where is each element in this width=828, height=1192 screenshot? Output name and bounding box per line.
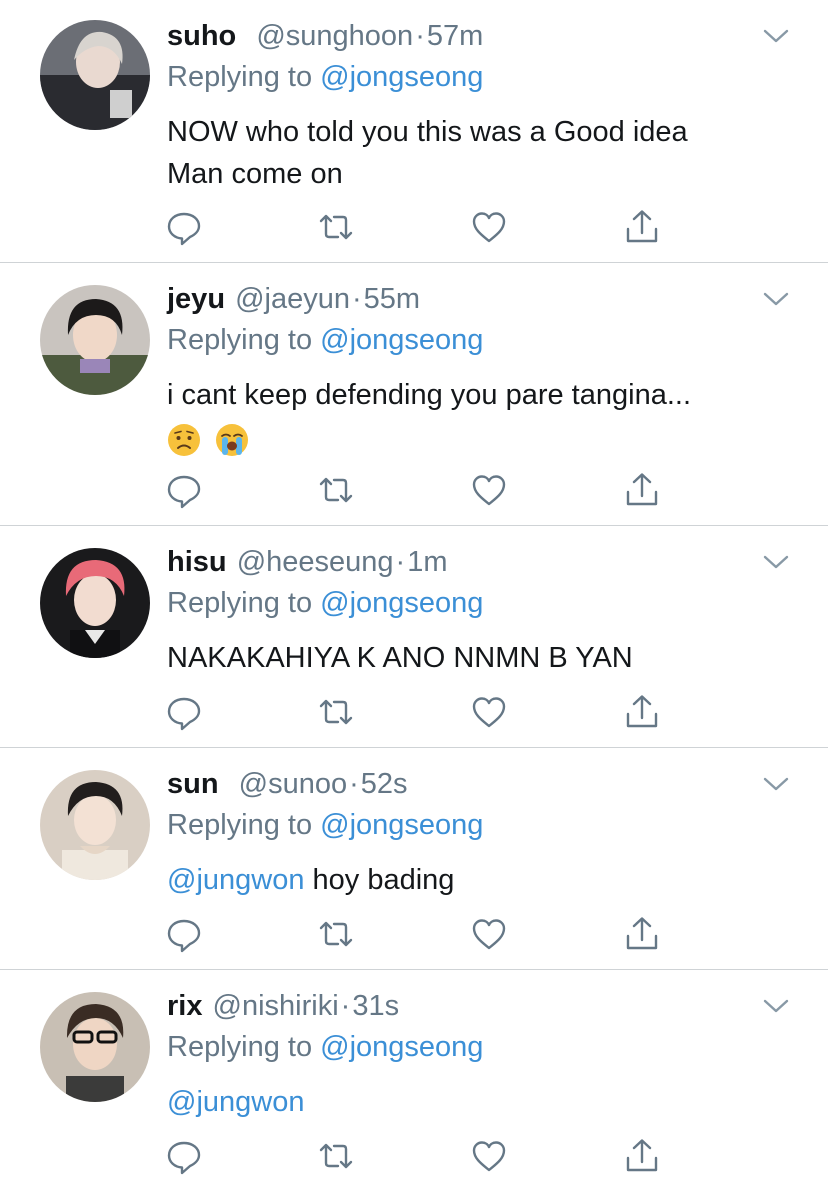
user-handle[interactable]: @nishiriki [213,990,339,1022]
tweet-hisu[interactable]: hisu @heeseung·1m Replying to @jongseong… [0,526,828,748]
display-name[interactable]: sun [167,768,219,800]
chevron-down-icon[interactable] [762,774,790,794]
replying-prefix: Replying to [167,587,313,619]
share-icon[interactable] [622,1136,662,1176]
user-handle[interactable]: @sunoo [239,768,347,800]
tweet-actions [164,1136,664,1176]
body-mention[interactable]: @jungwon [167,864,304,896]
timestamp[interactable]: 31s [352,990,399,1022]
display-name[interactable]: suho [167,20,236,52]
replying-prefix: Replying to [167,324,313,356]
timestamp[interactable]: 52s [361,768,408,800]
tweet-emoji-line [167,416,691,460]
reply-icon[interactable] [164,914,204,954]
tweet-text: NOW who told you this was a Good idea Ma… [167,111,688,195]
retweet-icon[interactable] [316,1136,356,1176]
tweet-suho[interactable]: suho @sunghoon·57m Replying to @jongseon… [0,0,828,263]
separator-dot: · [415,20,425,52]
tweet-text: @jungwon hoy bading [167,859,454,901]
tweet-sun[interactable]: sun @sunoo·52s Replying to @jongseong @j… [0,748,828,970]
replying-to-mention[interactable]: @jongseong [320,61,483,93]
heart-icon[interactable] [469,207,509,247]
separator-dot: · [340,990,351,1022]
chevron-down-icon[interactable] [762,289,790,309]
replying-prefix: Replying to [167,809,313,841]
retweet-icon[interactable] [316,914,356,954]
user-handle[interactable]: @heeseung [237,546,394,578]
tweet-actions [164,470,664,510]
tweet-text: i cant keep defending you pare tangina..… [167,374,691,460]
avatar[interactable] [40,548,150,658]
tweet-header: jeyu @jaeyun·55m [167,281,420,317]
heart-icon[interactable] [469,470,509,510]
display-name[interactable]: jeyu [167,283,225,315]
share-icon[interactable] [622,914,662,954]
reply-icon[interactable] [164,1136,204,1176]
timestamp[interactable]: 57m [427,20,483,52]
replying-to-mention[interactable]: @jongseong [320,809,483,841]
replying-to: Replying to @jongseong [167,585,483,621]
replying-prefix: Replying to [167,1031,313,1063]
separator-dot: · [395,546,406,578]
replying-to: Replying to @jongseong [167,1029,483,1065]
tweet-jeyu[interactable]: jeyu @jaeyun·55m Replying to @jongseong … [0,263,828,526]
tweet-text-line: i cant keep defending you pare tangina..… [167,379,691,411]
tweet-header: sun @sunoo·52s [167,766,408,802]
tweet-header: suho @sunghoon·57m [167,18,483,54]
retweet-icon[interactable] [316,470,356,510]
reply-icon[interactable] [164,692,204,732]
display-name[interactable]: rix [167,990,202,1022]
user-handle[interactable]: @jaeyun [235,283,350,315]
timestamp[interactable]: 1m [407,546,447,578]
replying-to: Replying to @jongseong [167,807,483,843]
avatar[interactable] [40,770,150,880]
chevron-down-icon[interactable] [762,996,790,1016]
worried-face-emoji [168,424,200,457]
tweet-text-line: NOW who told you this was a Good idea [167,116,688,148]
separator-dot: · [352,283,362,315]
retweet-icon[interactable] [316,692,356,732]
reply-icon[interactable] [164,207,204,247]
separator-dot: · [349,768,359,800]
heart-icon[interactable] [469,692,509,732]
heart-icon[interactable] [469,1136,509,1176]
replying-to-mention[interactable]: @jongseong [320,1031,483,1063]
heart-icon[interactable] [469,914,509,954]
chevron-down-icon[interactable] [762,552,790,572]
replying-to-mention[interactable]: @jongseong [320,324,483,356]
loudly-crying-face-emoji [216,424,249,457]
chevron-down-icon[interactable] [762,26,790,46]
replying-to: Replying to @jongseong [167,322,483,358]
avatar[interactable] [40,20,150,130]
tweet-text: NAKAKAHIYA K ANO NNMN B YAN [167,637,633,679]
user-handle[interactable]: @sunghoon [256,20,413,52]
reply-icon[interactable] [164,470,204,510]
tweet-text-line: NAKAKAHIYA K ANO NNMN B YAN [167,642,633,674]
avatar[interactable] [40,285,150,395]
tweet-actions [164,692,664,732]
tweet-header: hisu @heeseung·1m [167,544,448,580]
tweet-header: rix @nishiriki·31s [167,988,399,1024]
tweet-text: @jungwon [167,1081,304,1123]
body-mention[interactable]: @jungwon [167,1086,304,1118]
retweet-icon[interactable] [316,207,356,247]
tweet-actions [164,914,664,954]
display-name[interactable]: hisu [167,546,227,578]
replying-to-mention[interactable]: @jongseong [320,587,483,619]
tweet-text-line: Man come on [167,158,343,190]
share-icon[interactable] [622,470,662,510]
share-icon[interactable] [622,207,662,247]
replying-prefix: Replying to [167,61,313,93]
tweet-text-line: hoy bading [304,864,455,896]
tweet-rix[interactable]: rix @nishiriki·31s Replying to @jongseon… [0,970,828,1192]
replying-to: Replying to @jongseong [167,59,483,95]
tweet-actions [164,207,664,247]
share-icon[interactable] [622,692,662,732]
timestamp[interactable]: 55m [364,283,420,315]
avatar[interactable] [40,992,150,1102]
